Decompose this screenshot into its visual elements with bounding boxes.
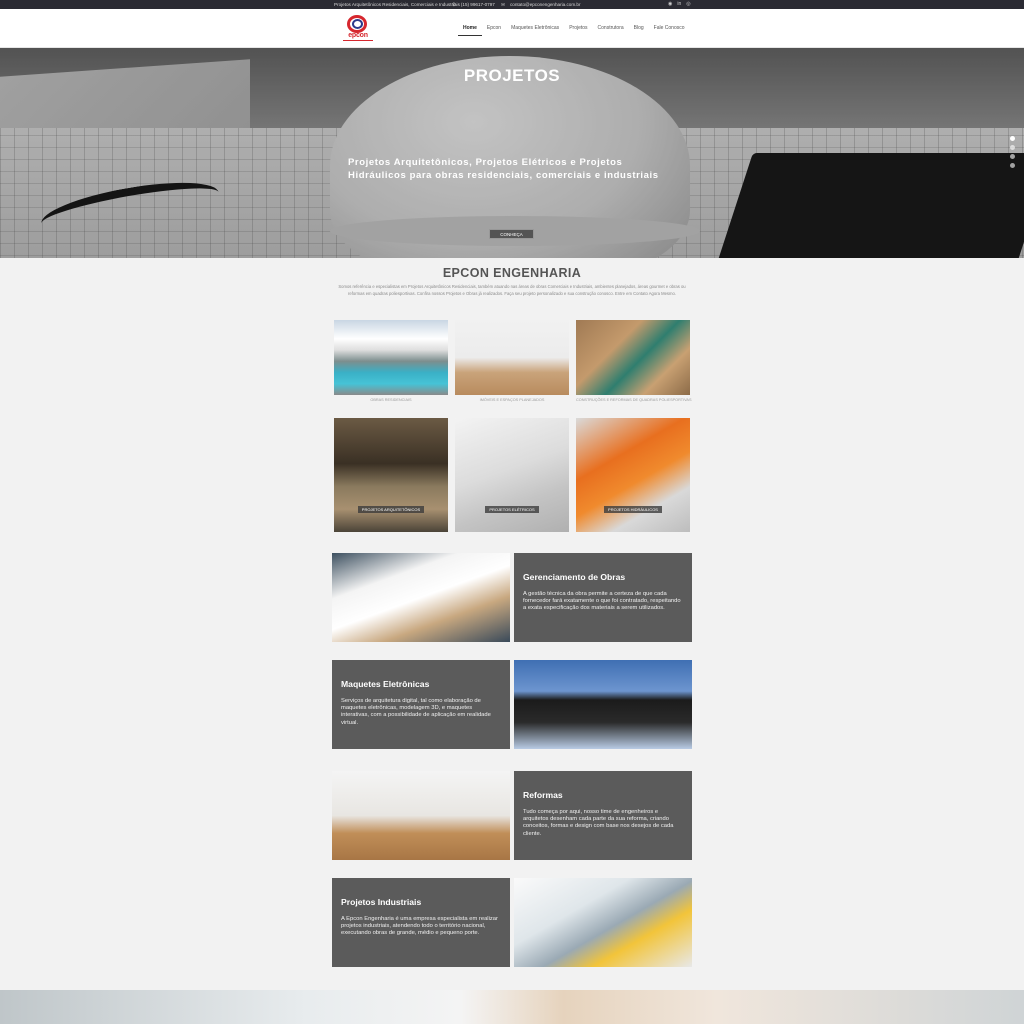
nav-fale-conosco[interactable]: Fale Conosco <box>649 23 690 36</box>
tile-quadras-image[interactable] <box>576 320 690 395</box>
tile-tag: PROJETOS HIDRÁULICOS <box>604 506 662 513</box>
tile-projetos-hidraulicos[interactable]: PROJETOS HIDRÁULICOS <box>576 418 690 532</box>
nav-epcon[interactable]: Epcon <box>482 23 506 36</box>
footer-banner-image <box>0 990 1024 1024</box>
nav-home[interactable]: Home <box>458 23 482 36</box>
hero-banner: PROJETOS Projetos Arquitetônicos, Projet… <box>0 48 1024 258</box>
tile-caption[interactable]: CONSTRUÇÕES E REFORMAS DE QUADRAS POLIES… <box>576 398 691 402</box>
tile-tag: PROJETOS ARQUITETÔNICOS <box>357 506 425 513</box>
hero-subtitle: Projetos Arquitetônicos, Projetos Elétri… <box>348 156 688 182</box>
email-icon: ✉ <box>501 1 505 7</box>
feature-title: Maquetes Eletrônicas <box>341 679 430 689</box>
social-links: ◉ in ◎ <box>668 1 691 7</box>
logo-ring-blue <box>352 19 363 29</box>
hero-title: PROJETOS <box>463 66 561 85</box>
feature-image-industriais <box>514 878 692 967</box>
feature-card-maquetes: Maquetes Eletrônicas Serviços de arquite… <box>332 660 510 749</box>
linkedin-icon[interactable]: in <box>677 1 681 7</box>
slider-dots <box>1010 136 1015 168</box>
slider-dot[interactable] <box>1010 154 1015 159</box>
tile-caption[interactable]: OBRAS RESIDENCIAIS <box>334 398 448 402</box>
feature-image-maquetes <box>514 660 692 749</box>
phone-icon: ✆ <box>452 1 456 7</box>
feature-text: Serviços de arquitetura digital, tal com… <box>341 698 491 726</box>
feature-image-reformas <box>332 771 510 860</box>
feature-title: Projetos Industriais <box>341 897 422 907</box>
slider-dot[interactable] <box>1010 163 1015 168</box>
logo-underline <box>343 40 373 41</box>
tile-obras-residenciais-image[interactable] <box>334 320 448 395</box>
topbar-contact: ✆ (15) 99617-0797 ✉ contato@epconengenhari… <box>452 2 586 8</box>
nav-construtora[interactable]: Construtora <box>593 23 629 36</box>
nav-blog[interactable]: Blog <box>629 23 649 36</box>
feature-text: A gestão técnica da obra permite a certe… <box>523 591 681 612</box>
whatsapp-icon[interactable]: ◉ <box>668 1 672 7</box>
main-nav: Home Epcon Maquetes Eletrônicas Projetos… <box>458 23 690 36</box>
feature-title: Gerenciamento de Obras <box>523 572 626 582</box>
top-bar: Projetos Arquitetônicos Residenciais, Co… <box>0 0 1024 9</box>
tile-projetos-arquitetonicos[interactable]: PROJETOS ARQUITETÔNICOS <box>334 418 448 532</box>
topbar-tagline: Projetos Arquitetônicos Residenciais, Co… <box>334 1 460 7</box>
feature-card-industriais: Projetos Industriais A Epcon Engenharia … <box>332 878 510 967</box>
section-description: Somos referência e especialistas em Proj… <box>338 284 686 296</box>
feature-image-gerenciamento <box>332 553 510 642</box>
instagram-icon[interactable]: ◎ <box>686 1 690 7</box>
nav-projetos[interactable]: Projetos <box>564 23 592 36</box>
nav-maquetes[interactable]: Maquetes Eletrônicas <box>506 23 564 36</box>
conheca-button[interactable]: CONHEÇA <box>489 229 534 239</box>
logo-text: epcon <box>348 32 368 39</box>
section-title: EPCON ENGENHARIA <box>442 266 582 280</box>
feature-text: A Epcon Engenharia é uma empresa especia… <box>341 916 498 937</box>
slider-dot[interactable] <box>1010 136 1015 141</box>
topbar-email[interactable]: contato@epconengenharia.com.br <box>510 2 581 7</box>
slider-dot[interactable] <box>1010 145 1015 150</box>
feature-card-reformas: Reformas Tudo começa por aqui, nosso tim… <box>514 771 692 860</box>
tile-imoveis-planejados-image[interactable] <box>455 320 569 395</box>
site-logo[interactable]: epcon <box>341 15 373 43</box>
site-header: epcon Home Epcon Maquetes Eletrônicas Pr… <box>0 9 1024 48</box>
tile-tag: PROJETOS ELÉTRICOS <box>485 506 539 513</box>
feature-title: Reformas <box>523 790 563 800</box>
feature-text: Tudo começa por aqui, nosso time de enge… <box>523 809 674 837</box>
tile-projetos-eletricos[interactable]: PROJETOS ELÉTRICOS <box>455 418 569 532</box>
hero-subtitle-line2: Hidráulicos para obras residenciais, com… <box>348 170 659 181</box>
hero-subtitle-line1: Projetos Arquitetônicos, Projetos Elétri… <box>348 157 623 168</box>
feature-card-gerenciamento: Gerenciamento de Obras A gestão técnica … <box>514 553 692 642</box>
topbar-phone[interactable]: (15) 99617-0797 <box>461 2 495 7</box>
tile-caption[interactable]: IMÓVEIS E ESPAÇOS PLANEJADOS <box>455 398 569 402</box>
